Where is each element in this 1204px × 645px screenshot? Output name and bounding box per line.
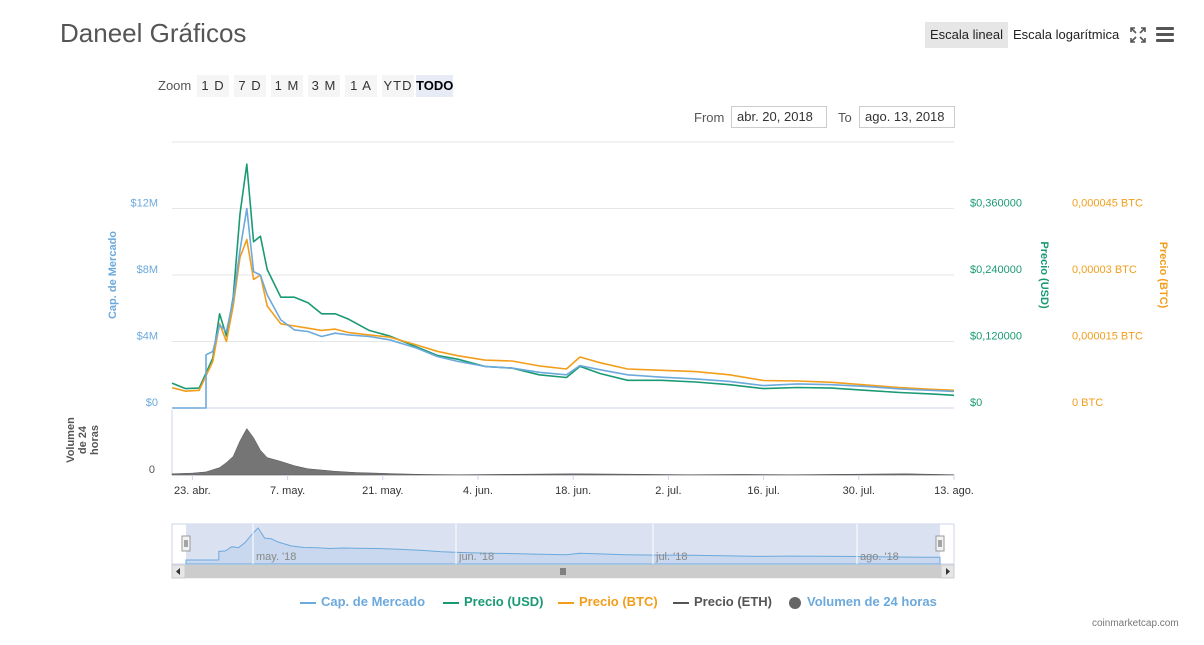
price-usd-tick-label: $0	[970, 397, 982, 409]
navigator-handle-right[interactable]	[935, 535, 945, 552]
x-tick-label: 23. abr.	[174, 485, 211, 497]
price-usd-tick-label: $0,360000	[970, 198, 1022, 210]
volume-tick-label: 0	[149, 464, 155, 476]
x-tick-label: 16. jul.	[747, 485, 779, 497]
series-line-price-usd[interactable]	[171, 163, 955, 397]
price-usd-tick-label: $0,240000	[970, 264, 1022, 276]
price-btc-tick-label: 0,000045 BTC	[1072, 198, 1143, 210]
x-tick-label: 13. ago.	[934, 485, 974, 497]
volume-axis-title: Volumende 24horas	[65, 417, 101, 463]
market-cap-tick-label: $8M	[137, 264, 158, 276]
legend-swatch-market-cap	[300, 601, 316, 604]
navigator-tick-label: jul. '18	[655, 551, 687, 563]
series-line-market-cap[interactable]	[172, 207, 955, 409]
volume-series-area	[171, 428, 955, 476]
legend-swatch-price-eth	[673, 601, 689, 604]
legend-volume[interactable]: Volumen de 24 horas	[789, 594, 937, 609]
legend-market-cap[interactable]: Cap. de Mercado	[300, 594, 425, 609]
price-btc-tick-label: 0,00003 BTC	[1072, 264, 1137, 276]
x-tick-label: 7. may.	[270, 485, 305, 497]
market-cap-tick-label: $0	[146, 397, 158, 409]
x-tick-label: 21. may.	[362, 485, 403, 497]
price-chart: $0 $4M $8M $12M $0 $0,120000 $0,240000 $0,36000…	[65, 141, 1169, 579]
legend-price-eth[interactable]: Precio (ETH)	[673, 594, 772, 609]
market-cap-tick-label: $12M	[130, 198, 158, 210]
legend-swatch-price-usd	[443, 601, 459, 604]
credits-link[interactable]: coinmarketcap.com	[1092, 618, 1179, 629]
x-tick-label: 18. jun.	[555, 485, 591, 497]
price-btc-tick-label: 0 BTC	[1072, 397, 1103, 409]
legend-swatch-volume	[789, 596, 801, 609]
price-usd-tick-label: $0,120000	[970, 331, 1022, 343]
navigator-tick-label: may. '18	[256, 551, 296, 563]
price-usd-axis-title: Precio (USD)	[1038, 241, 1050, 309]
series-line-price-btc[interactable]	[171, 238, 955, 392]
navigator-tick-label: ago. '18	[860, 551, 899, 563]
x-tick-label: 2. jul.	[655, 485, 681, 497]
market-cap-tick-label: $4M	[137, 331, 158, 343]
price-btc-tick-label: 0,000015 BTC	[1072, 331, 1143, 343]
navigator-tick-label: jun. '18	[458, 551, 494, 563]
price-btc-axis-title: Precio (BTC)	[1157, 242, 1169, 309]
market-cap-axis-title: Cap. de Mercado	[107, 231, 119, 319]
legend-price-btc[interactable]: Precio (BTC)	[558, 594, 658, 609]
navigator-handle-left[interactable]	[181, 535, 191, 552]
legend-price-usd[interactable]: Precio (USD)	[443, 594, 543, 609]
x-tick-label: 4. jun.	[463, 485, 493, 497]
legend-swatch-price-btc	[558, 601, 574, 604]
x-tick-label: 30. jul.	[843, 485, 875, 497]
